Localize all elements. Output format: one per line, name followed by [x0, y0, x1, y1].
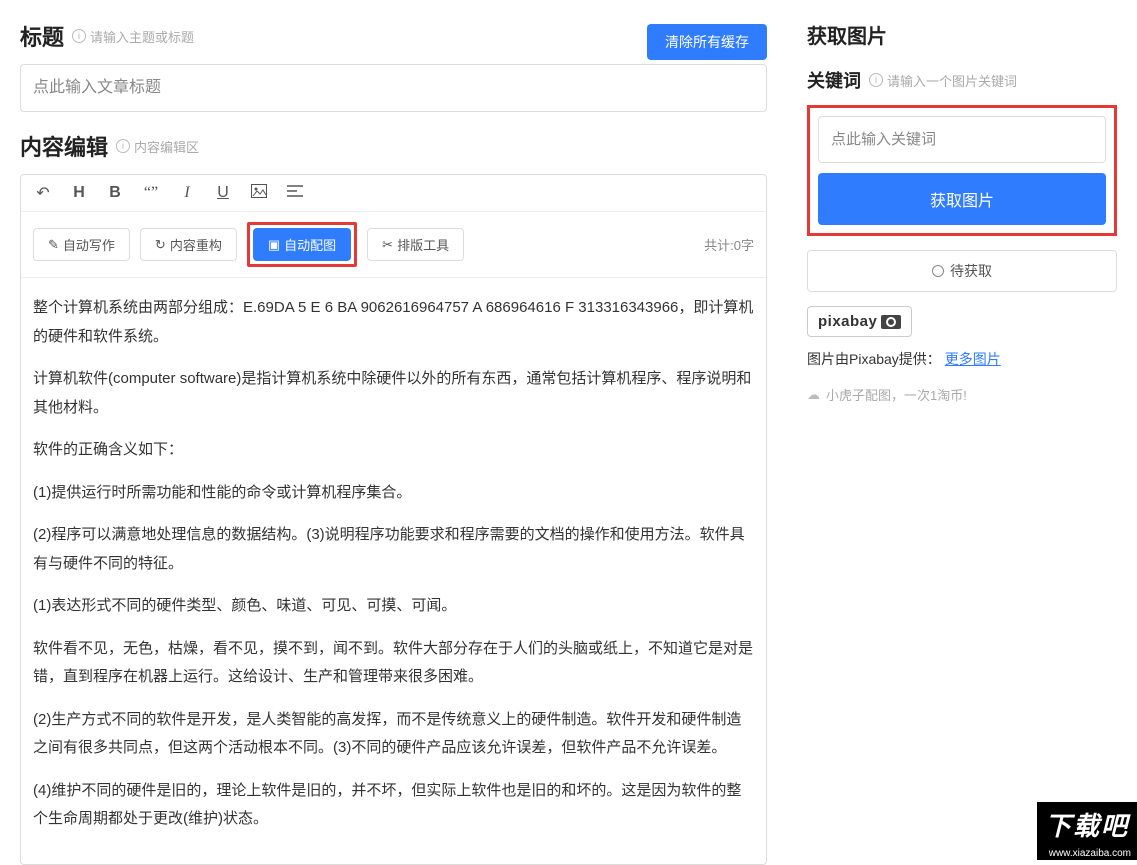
paragraph: (1)提供运行时所需功能和性能的命令或计算机程序集合。	[33, 479, 754, 508]
article-title-input[interactable]	[20, 64, 767, 112]
word-count: 共计:0字	[704, 235, 754, 254]
keyword-input[interactable]	[818, 116, 1106, 163]
title-hint: i 请输入主题或标题	[72, 27, 194, 46]
picture-icon: ▣	[268, 237, 280, 253]
fetch-image-title: 获取图片	[807, 20, 887, 49]
pending-button[interactable]: 待获取	[807, 250, 1117, 292]
pixabay-logo-text: pixabay	[818, 313, 877, 330]
undo-icon[interactable]: ↶	[33, 183, 53, 203]
keyword-hint: i 请输入一个图片关键词	[869, 71, 1017, 90]
image-credit: 图片由Pixabay提供： 更多图片	[807, 349, 1117, 369]
keyword-label: 关键词	[807, 67, 861, 93]
paragraph: (4)维护不同的硬件是旧的，理论上软件是旧的，并不坏，但实际上软件也是旧的和坏的…	[33, 777, 754, 834]
content-label: 内容编辑	[20, 130, 108, 162]
pencil-icon: ✎	[48, 237, 59, 253]
quote-icon[interactable]: “”	[141, 184, 161, 202]
auto-image-button[interactable]: ▣ 自动配图	[253, 228, 351, 261]
paragraph: 软件的正确含义如下：	[33, 436, 754, 465]
watermark-url: www.xiazaiba.com	[1037, 847, 1137, 860]
paragraph: 软件看不见，无色，枯燥，看不见，摸不到，闻不到。软件大部分存在于人们的头脑或纸上…	[33, 635, 754, 692]
editor-container: ↶ H B “” I U ✎ 自动写作 ↻	[20, 174, 767, 865]
cloud-icon: ☁	[807, 387, 820, 403]
paragraph: (1)表达形式不同的硬件类型、颜色、味道、可见、可摸、可闻。	[33, 592, 754, 621]
paragraph: (2)程序可以满意地处理信息的数据结构。(3)说明程序功能要求和程序需要的文档的…	[33, 521, 754, 578]
paragraph: (2)生产方式不同的软件是开发，是人类智能的高发挥，而不是传统意义上的硬件制造。…	[33, 706, 754, 763]
refresh-icon: ↻	[155, 237, 166, 253]
layout-tool-button[interactable]: ✂ 排版工具	[367, 228, 464, 261]
info-icon: i	[869, 73, 883, 87]
scissors-icon: ✂	[382, 237, 393, 253]
align-icon[interactable]	[285, 184, 305, 202]
image-icon[interactable]	[249, 184, 269, 203]
content-hint: i 内容编辑区	[116, 137, 199, 156]
info-icon: i	[116, 139, 130, 153]
camera-icon	[881, 315, 901, 329]
underline-icon[interactable]: U	[213, 184, 233, 202]
format-toolbar: ↶ H B “” I U	[21, 175, 766, 212]
circle-icon	[932, 265, 944, 277]
italic-icon[interactable]: I	[177, 184, 197, 202]
action-toolbar: ✎ 自动写作 ↻ 内容重构 ▣ 自动配图 ✂ 排版工具 共计:0字	[21, 212, 766, 278]
info-icon: i	[72, 29, 86, 43]
paragraph: 整个计算机系统由两部分组成：E.69DA 5 E 6 BA 9062616964…	[33, 294, 754, 351]
restructure-button[interactable]: ↻ 内容重构	[140, 228, 237, 261]
bold-icon[interactable]: B	[105, 184, 125, 202]
auto-write-button[interactable]: ✎ 自动写作	[33, 228, 130, 261]
heading-icon[interactable]: H	[69, 184, 89, 202]
highlight-frame: ▣ 自动配图	[247, 222, 357, 267]
content-editor[interactable]: 整个计算机系统由两部分组成：E.69DA 5 E 6 BA 9062616964…	[21, 278, 766, 864]
clear-cache-button[interactable]: 清除所有缓存	[647, 24, 767, 60]
paragraph: 计算机软件(computer software)是指计算机系统中除硬件以外的所有…	[33, 365, 754, 422]
watermark: 下载吧 www.xiazaiba.com	[1037, 802, 1137, 860]
watermark-text: 下载吧	[1037, 802, 1137, 847]
fetch-image-button[interactable]: 获取图片	[818, 173, 1106, 225]
keyword-highlight-frame: 获取图片	[807, 105, 1117, 236]
title-label: 标题	[20, 20, 64, 52]
promo-text: ☁ 小虎子配图，一次1淘币!	[807, 385, 1117, 404]
pixabay-badge: pixabay	[807, 306, 912, 337]
title-header: 标题 i 请输入主题或标题 清除所有缓存	[20, 20, 767, 64]
more-images-link[interactable]: 更多图片	[945, 351, 1001, 367]
